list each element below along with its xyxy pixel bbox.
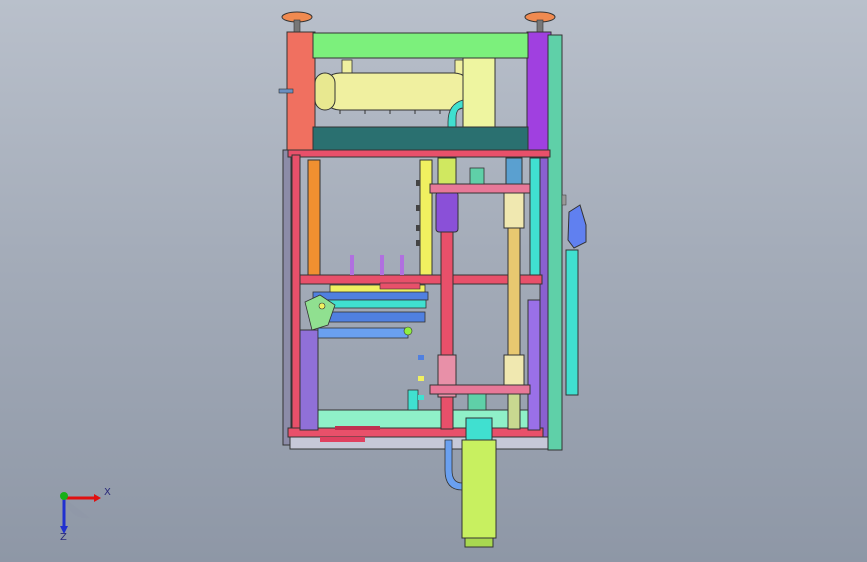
- orientation-triad: [60, 492, 101, 534]
- right-cyan-upright: [529, 157, 541, 279]
- upper-red-rail: [287, 149, 551, 158]
- assembly-model[interactable]: [0, 0, 867, 562]
- z-axis-label: Z: [60, 532, 67, 543]
- left-red-upright: [291, 154, 301, 446]
- x-axis-label: X: [104, 487, 111, 498]
- cad-viewport[interactable]: X Z: [0, 0, 867, 562]
- right-handwheel[interactable]: [524, 11, 556, 33]
- left-handwheel[interactable]: [281, 11, 313, 33]
- vertical-tube-top: [462, 57, 496, 131]
- clamp-assembly[interactable]: [304, 282, 429, 339]
- top-crossbeam: [312, 32, 529, 59]
- pressure-tank[interactable]: [314, 59, 473, 114]
- lower-cyan-panel: [315, 409, 539, 429]
- right-outer-post: [526, 31, 552, 153]
- tank-base-plate: [312, 126, 529, 153]
- side-handle[interactable]: [567, 204, 587, 249]
- right-purple-upright: [539, 157, 549, 439]
- upper-column-crossplate: [429, 183, 531, 194]
- right-side-plate: [547, 34, 563, 451]
- bottom-cylinder[interactable]: [461, 417, 497, 548]
- lower-column-crossplate: [429, 384, 531, 395]
- left-side-strip: [282, 149, 292, 446]
- lower-right-purple: [527, 299, 541, 431]
- yellow-bar: [419, 159, 433, 283]
- lower-purple-upright: [299, 329, 319, 431]
- side-window: [565, 249, 579, 396]
- middle-red-rail: [299, 274, 543, 285]
- orange-upright: [307, 159, 321, 276]
- lower-red-rail: [287, 427, 544, 438]
